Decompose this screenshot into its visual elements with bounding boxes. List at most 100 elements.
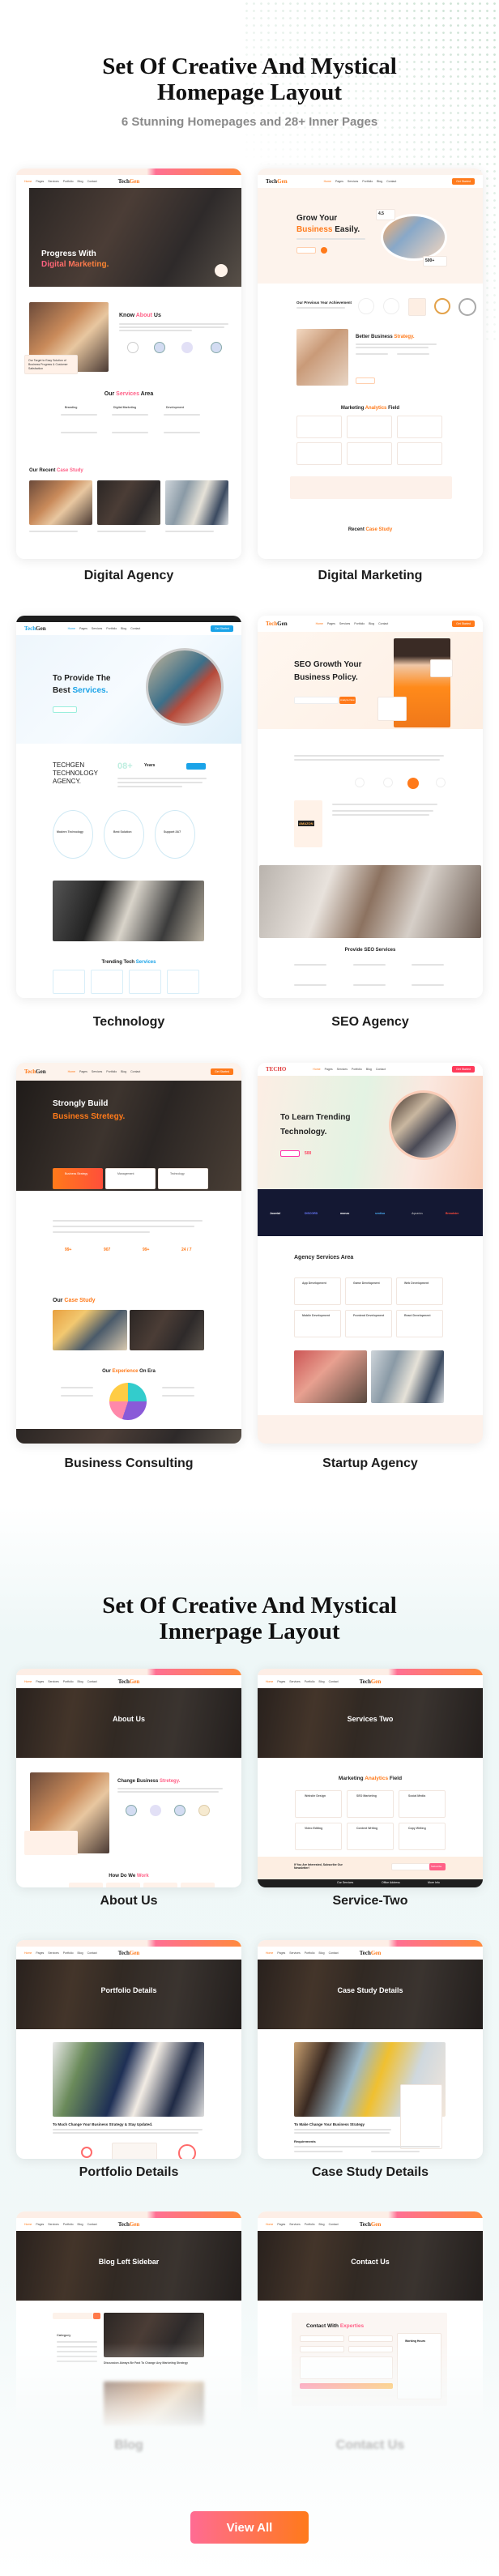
label-portfolio-details: Portfolio Details (79, 2165, 179, 2179)
content-box (296, 416, 342, 438)
text: Gen (370, 1950, 382, 1956)
text: Case Study (365, 527, 393, 532)
label-technology: Technology (92, 1015, 165, 1029)
preview-business-consulting[interactable]: TechGen Home Pages Services Portfolio Blog Co… (16, 1063, 241, 1444)
text-line-placeholder (57, 2351, 97, 2352)
text-line-placeholder (162, 1387, 194, 1388)
preview-image (29, 188, 241, 287)
top-bar (16, 2211, 241, 2218)
text: Gen (277, 178, 288, 185)
preview-image (371, 1350, 444, 1403)
text: 99+ (143, 1247, 150, 1252)
preview-image (294, 1350, 367, 1403)
logo: TechGen (266, 178, 288, 185)
view-all-button[interactable]: View All (190, 2511, 309, 2544)
text: Contact (386, 180, 397, 183)
text: 99+ (65, 1247, 72, 1252)
preview-image (97, 480, 160, 525)
text: Copy Writing (408, 1827, 426, 1830)
text: About (135, 313, 152, 318)
preview-image (53, 1310, 127, 1350)
label-blog: Blog (114, 2438, 143, 2452)
text-line-placeholder (53, 1226, 194, 1227)
text: monzo (340, 1212, 350, 1215)
text: React Development (404, 1314, 431, 1317)
preview-case-study-details[interactable]: Home Pages Services Portfolio Blog Contact Tec… (258, 1940, 483, 2159)
text: Gen (129, 2221, 140, 2228)
text-line-placeholder (53, 1220, 203, 1222)
icon-badge (109, 1383, 147, 1420)
text: Blog (77, 180, 83, 183)
text: Better Business (356, 335, 393, 339)
text: Services (339, 622, 351, 625)
text-line-placeholder (353, 984, 386, 986)
text-line-placeholder (397, 353, 429, 355)
text-line-placeholder (117, 778, 207, 779)
text: Strongly Build (53, 1099, 109, 1108)
preview-blog[interactable]: Home Pages Services Portfolio Blog Contact Tec… (16, 2211, 241, 2430)
text: Home (67, 627, 75, 630)
text-line-placeholder (117, 782, 203, 783)
content-box (296, 247, 316, 254)
label-about-us: About Us (100, 1894, 158, 1908)
text: Content Writing (356, 1827, 378, 1830)
preview-digital-marketing[interactable]: TechGen Home Pages Services Portfolio Blog Co… (258, 168, 483, 559)
content-box (377, 697, 407, 721)
preview-seo-agency[interactable]: TechGen Home Pages Services Portfolio Blog Co… (258, 616, 483, 998)
preview-portfolio-details[interactable]: Home Pages Services Portfolio Blog Contact Tec… (16, 1940, 241, 2159)
text-line-placeholder (112, 432, 148, 433)
icon-badge (150, 1805, 161, 1816)
text: Technology. (280, 1128, 327, 1137)
text: Pages (277, 1951, 286, 1955)
text: Social Media (408, 1794, 426, 1798)
text: Blog (77, 2223, 83, 2226)
icon-badge (126, 1805, 137, 1816)
text: Agency Services Area (294, 1255, 354, 1260)
text: Portfolio (106, 1070, 117, 1073)
text: Easily. (335, 225, 360, 234)
element: How Do We Work (16, 1874, 241, 1879)
text: Web Development (404, 1282, 429, 1285)
content-box (280, 1150, 300, 1157)
preview-technology[interactable]: TechGen Home Pages Services Portfolio Blog Co… (16, 616, 241, 998)
text: Portfolio (304, 1680, 315, 1683)
text: Services. (72, 686, 109, 695)
text-line-placeholder (294, 964, 326, 966)
text: Field (388, 406, 400, 411)
text: Years (144, 763, 156, 768)
text: Contact (130, 1070, 141, 1073)
text: Our Recent (29, 468, 56, 473)
nav-bar: TechGen Home Pages Services Portfolio Blog Co… (258, 616, 483, 632)
text: Portfolio Details (100, 1986, 157, 1994)
content-box: Analyze Now (339, 697, 356, 704)
icon-badge (53, 810, 93, 859)
text-line-placeholder (117, 1791, 219, 1793)
element: Our Services Area (16, 391, 241, 397)
preview-about-us[interactable]: Home Pages Services Portfolio Blog Contact Tec… (16, 1669, 241, 1887)
text: Services (347, 180, 359, 183)
text: Know (119, 313, 135, 318)
text: Services (135, 960, 156, 965)
preview-service-two[interactable]: Home Pages Services Portfolio Blog Contact Tec… (258, 1669, 483, 1887)
page-banner: Blog Left Sidebar (16, 2231, 241, 2301)
text: Blog (369, 622, 375, 625)
content-box (294, 697, 339, 704)
preview-digital-agency[interactable]: Home Pages Services Portfolio Blog Contact Te… (16, 168, 241, 559)
element: Our Experience On Era (16, 1369, 241, 1374)
preview-startup-agency[interactable]: TECHO Home Pages Services Portfolio Blog Cont… (258, 1063, 483, 1444)
text-line-placeholder (61, 432, 97, 433)
text-line-placeholder (117, 786, 182, 787)
preview-contact-us[interactable]: Home Pages Services Portfolio Blog Contact Tec… (258, 2211, 483, 2430)
innerpage-section-title: Set Of Creative And Mystical (102, 1593, 397, 1619)
preview-image (104, 2382, 204, 2426)
text: SEO Growth Your (294, 660, 362, 669)
page-banner: Contact Us (258, 2231, 483, 2301)
text-line-placeholder (53, 2129, 203, 2130)
text-line-placeholder (57, 2356, 97, 2357)
preview-image (258, 1857, 483, 1879)
top-bar (258, 1669, 483, 1675)
text: Digital Marketing (113, 406, 137, 409)
logo: TechGen (118, 1950, 140, 1956)
text-line-placeholder (294, 984, 326, 986)
icon-badge (181, 342, 193, 353)
